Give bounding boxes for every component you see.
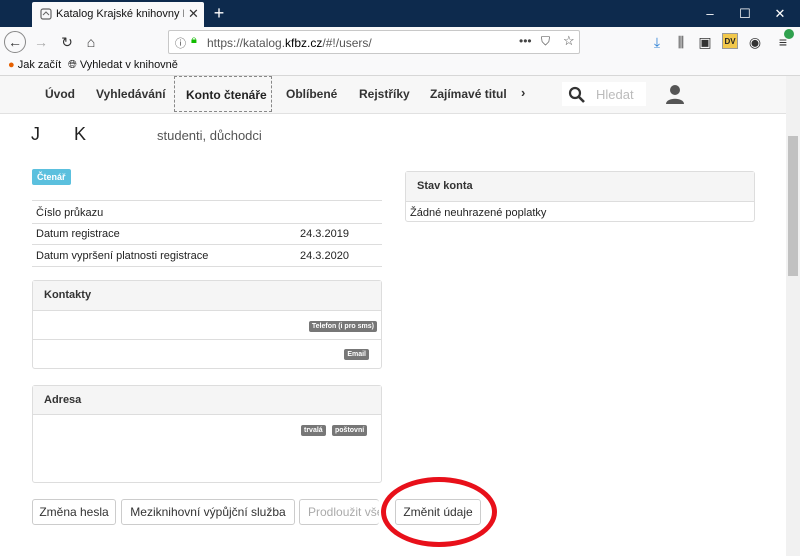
info-icon[interactable]: ⓘ <box>175 35 186 51</box>
menu-item-home[interactable]: Úvod <box>45 87 75 101</box>
ill-service-button[interactable]: Meziknihovní výpůjční služba <box>121 499 295 525</box>
user-profile-icon[interactable] <box>664 83 686 105</box>
maximize-icon[interactable]: ☐ <box>735 6 755 22</box>
url-bar[interactable]: ⓘ 🔒︎ https://katalog.kfbz.cz/#!/users/ •… <box>168 30 580 54</box>
back-icon[interactable]: ← <box>4 31 26 53</box>
address-badge-permanent: trvalá <box>301 425 326 436</box>
table-row: Číslo průkazu <box>32 200 382 224</box>
highlight-ring <box>381 477 497 547</box>
user-initial-last: K <box>74 124 87 144</box>
globe-icon: 🌐︎ <box>68 59 77 71</box>
row-label: Datum registrace <box>36 228 120 240</box>
search-input[interactable]: Hledat <box>596 87 634 102</box>
library-icon[interactable]: ⫼ <box>670 31 692 53</box>
menu-scroll-right-icon[interactable]: › <box>521 85 525 100</box>
bookmark-search-library[interactable]: 🌐︎ Vyhledat v knihovně <box>68 59 178 72</box>
bookmark-star-icon[interactable]: ☆ <box>563 33 575 49</box>
downloads-icon[interactable]: ⤓ <box>646 31 668 53</box>
menu-item-favorites[interactable]: Oblíbené <box>286 87 337 101</box>
contacts-title: Kontakty <box>33 281 381 311</box>
sidebar-icon[interactable]: ▣ <box>694 31 716 53</box>
search-icon[interactable] <box>568 86 586 104</box>
table-row: Datum vypršení platnosti registrace 24.3… <box>32 244 382 267</box>
user-category: studenti, důchodci <box>157 128 262 143</box>
menu-item-interesting[interactable]: Zajímavé titul <box>430 87 507 101</box>
row-label: Číslo průkazu <box>36 207 104 219</box>
browser-tab[interactable]: Katalog Krajské knihovny Franti ✕ <box>32 2 204 27</box>
close-tab-icon[interactable]: ✕ <box>188 6 199 22</box>
row-value: 24.3.2019 <box>300 228 349 240</box>
new-tab-button[interactable]: + <box>210 3 228 24</box>
lock-icon: 🔒︎ <box>191 34 197 46</box>
close-window-icon[interactable]: ✕ <box>770 6 790 22</box>
menu-item-search[interactable]: Vyhledávání <box>96 87 166 101</box>
extension-dv-icon[interactable]: DV <box>722 33 738 49</box>
email-badge: Email <box>344 349 369 360</box>
url-text: https://katalog.kfbz.cz/#!/users/ <box>207 36 372 50</box>
contacts-card: Kontakty Telefon (i pro sms) Email <box>32 280 382 369</box>
extend-all-button[interactable]: Prodloužit vše <box>299 499 379 525</box>
page-actions-icon[interactable]: ••• <box>519 34 532 48</box>
role-badge: Čtenář <box>32 169 71 185</box>
bookmarks-toolbar: ● Jak začít 🌐︎ Vyhledat v knihovně <box>0 57 800 76</box>
site-favicon-icon <box>40 8 52 20</box>
firefox-icon: ● <box>8 59 15 71</box>
home-icon[interactable]: ⌂ <box>80 31 102 53</box>
table-row: Datum registrace 24.3.2019 <box>32 222 382 245</box>
address-title: Adresa <box>33 386 381 415</box>
menu-item-indexes[interactable]: Rejstříky <box>359 87 410 101</box>
pocket-icon[interactable]: ⛉ <box>541 34 550 49</box>
minimize-icon[interactable]: – <box>700 6 720 21</box>
bookmark-getting-started[interactable]: ● Jak začít <box>8 59 61 71</box>
tab-title: Katalog Krajské knihovny Franti <box>56 8 184 20</box>
account-status-text: Žádné neuhrazené poplatky <box>410 207 547 219</box>
phone-badge: Telefon (i pro sms) <box>308 321 377 332</box>
reload-icon[interactable]: ↻ <box>56 31 78 53</box>
menu-item-account-active[interactable]: Konto čtenáře <box>174 76 272 112</box>
menu-item-account: Konto čtenáře <box>186 88 267 102</box>
account-status-card: Stav konta Žádné neuhrazené poplatky <box>405 171 755 222</box>
address-badge-postal: poštovní <box>332 425 368 436</box>
row-value: 24.3.2020 <box>300 250 349 262</box>
account-icon[interactable]: ◉ <box>744 31 766 53</box>
user-initial-first: J <box>31 124 40 144</box>
forward-icon[interactable]: → <box>30 31 52 53</box>
title-bar: Katalog Krajské knihovny Franti ✕ + – ☐ … <box>0 0 800 27</box>
row-label: Datum vypršení platnosti registrace <box>36 250 209 262</box>
page-content: Úvod Vyhledávání Konto čtenáře Oblíbené … <box>0 76 786 556</box>
site-search-box[interactable]: Hledat <box>562 82 646 106</box>
change-password-button[interactable]: Změna hesla <box>32 499 116 525</box>
update-badge-icon <box>784 29 794 39</box>
account-status-title: Stav konta <box>406 172 754 202</box>
address-card: Adresa trvalá poštovní <box>32 385 382 483</box>
site-menu: Úvod Vyhledávání Konto čtenáře Oblíbené … <box>0 76 786 114</box>
scrollbar-thumb[interactable] <box>788 136 798 276</box>
